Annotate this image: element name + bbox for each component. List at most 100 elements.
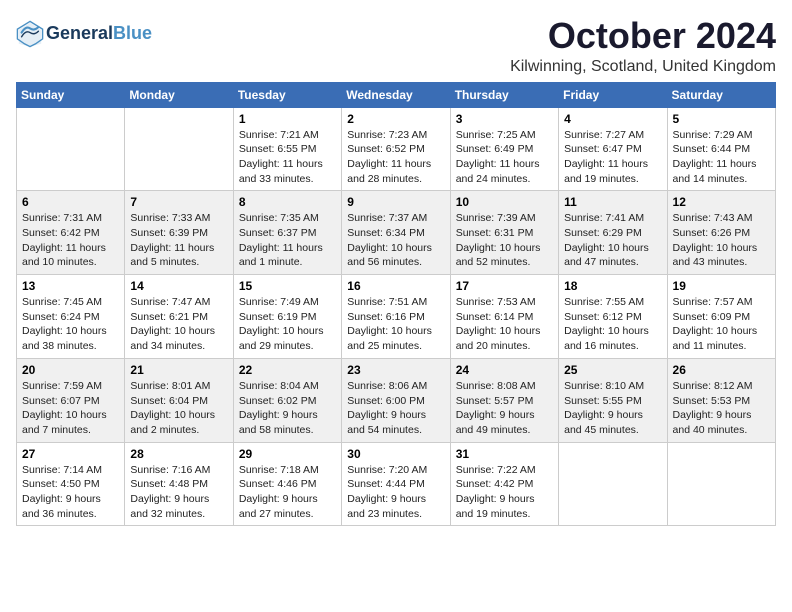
day-number: 22 xyxy=(239,363,336,377)
logo-icon xyxy=(16,20,44,48)
day-info: Sunrise: 7:27 AM Sunset: 6:47 PM Dayligh… xyxy=(564,128,661,187)
day-number: 6 xyxy=(22,195,119,209)
calendar-week-row: 6 Sunrise: 7:31 AM Sunset: 6:42 PM Daylig… xyxy=(17,191,776,275)
day-info: Sunrise: 7:59 AM Sunset: 6:07 PM Dayligh… xyxy=(22,379,119,438)
day-info: Sunrise: 7:23 AM Sunset: 6:52 PM Dayligh… xyxy=(347,128,444,187)
day-number: 3 xyxy=(456,112,553,126)
day-info: Sunrise: 7:51 AM Sunset: 6:16 PM Dayligh… xyxy=(347,295,444,354)
logo: General Blue xyxy=(16,20,152,48)
day-number: 10 xyxy=(456,195,553,209)
calendar-cell: 8 Sunrise: 7:35 AM Sunset: 6:37 PM Daylig… xyxy=(233,191,341,275)
day-number: 9 xyxy=(347,195,444,209)
calendar-cell xyxy=(17,107,125,191)
calendar-cell: 16Sunrise: 7:51 AM Sunset: 6:16 PM Dayli… xyxy=(342,275,450,359)
day-info: Sunrise: 7:47 AM Sunset: 6:21 PM Dayligh… xyxy=(130,295,227,354)
calendar-cell: 5 Sunrise: 7:29 AM Sunset: 6:44 PM Daylig… xyxy=(667,107,775,191)
day-number: 4 xyxy=(564,112,661,126)
page-title: October 2024 xyxy=(510,16,776,56)
day-info: Sunrise: 8:01 AM Sunset: 6:04 PM Dayligh… xyxy=(130,379,227,438)
calendar-cell: 22 Sunrise: 8:04 AM Sunset: 6:02 PM Dayli… xyxy=(233,358,341,442)
weekday-header-saturday: Saturday xyxy=(667,82,775,107)
day-info: Sunrise: 8:06 AM Sunset: 6:00 PM Dayligh… xyxy=(347,379,444,438)
day-number: 30 xyxy=(347,447,444,461)
calendar-cell: 19Sunrise: 7:57 AM Sunset: 6:09 PM Dayli… xyxy=(667,275,775,359)
weekday-header-wednesday: Wednesday xyxy=(342,82,450,107)
day-number: 7 xyxy=(130,195,227,209)
calendar-cell: 18 Sunrise: 7:55 AM Sunset: 6:12 PM Dayli… xyxy=(559,275,667,359)
calendar-cell: 26 Sunrise: 8:12 AM Sunset: 5:53 PM Dayli… xyxy=(667,358,775,442)
day-info: Sunrise: 7:45 AM Sunset: 6:24 PM Dayligh… xyxy=(22,295,119,354)
day-number: 20 xyxy=(22,363,119,377)
day-info: Sunrise: 8:04 AM Sunset: 6:02 PM Dayligh… xyxy=(239,379,336,438)
calendar-cell: 9 Sunrise: 7:37 AM Sunset: 6:34 PM Daylig… xyxy=(342,191,450,275)
calendar-cell: 28Sunrise: 7:16 AM Sunset: 4:48 PM Dayli… xyxy=(125,442,233,526)
day-info: Sunrise: 7:37 AM Sunset: 6:34 PM Dayligh… xyxy=(347,211,444,270)
logo-text-blue: Blue xyxy=(113,24,152,44)
calendar-week-row: 20 Sunrise: 7:59 AM Sunset: 6:07 PM Dayli… xyxy=(17,358,776,442)
day-number: 25 xyxy=(564,363,661,377)
calendar-cell: 13 Sunrise: 7:45 AM Sunset: 6:24 PM Dayli… xyxy=(17,275,125,359)
day-info: Sunrise: 8:10 AM Sunset: 5:55 PM Dayligh… xyxy=(564,379,661,438)
day-info: Sunrise: 8:12 AM Sunset: 5:53 PM Dayligh… xyxy=(673,379,770,438)
calendar-week-row: 13 Sunrise: 7:45 AM Sunset: 6:24 PM Dayli… xyxy=(17,275,776,359)
calendar-cell: 7 Sunrise: 7:33 AM Sunset: 6:39 PM Daylig… xyxy=(125,191,233,275)
calendar-cell: 23 Sunrise: 8:06 AM Sunset: 6:00 PM Dayli… xyxy=(342,358,450,442)
day-number: 13 xyxy=(22,279,119,293)
calendar-cell: 25 Sunrise: 8:10 AM Sunset: 5:55 PM Dayli… xyxy=(559,358,667,442)
calendar-cell: 14 Sunrise: 7:47 AM Sunset: 6:21 PM Dayli… xyxy=(125,275,233,359)
calendar-header-row: SundayMondayTuesdayWednesdayThursdayFrid… xyxy=(17,82,776,107)
calendar-cell: 2 Sunrise: 7:23 AM Sunset: 6:52 PM Daylig… xyxy=(342,107,450,191)
calendar-table: SundayMondayTuesdayWednesdayThursdayFrid… xyxy=(16,82,776,527)
day-number: 17 xyxy=(456,279,553,293)
day-info: Sunrise: 7:35 AM Sunset: 6:37 PM Dayligh… xyxy=(239,211,336,270)
day-number: 26 xyxy=(673,363,770,377)
day-info: Sunrise: 7:39 AM Sunset: 6:31 PM Dayligh… xyxy=(456,211,553,270)
calendar-cell: 6 Sunrise: 7:31 AM Sunset: 6:42 PM Daylig… xyxy=(17,191,125,275)
day-info: Sunrise: 7:43 AM Sunset: 6:26 PM Dayligh… xyxy=(673,211,770,270)
day-number: 19 xyxy=(673,279,770,293)
day-number: 2 xyxy=(347,112,444,126)
calendar-cell: 1Sunrise: 7:21 AM Sunset: 6:55 PM Daylig… xyxy=(233,107,341,191)
day-info: Sunrise: 7:53 AM Sunset: 6:14 PM Dayligh… xyxy=(456,295,553,354)
weekday-header-friday: Friday xyxy=(559,82,667,107)
weekday-header-tuesday: Tuesday xyxy=(233,82,341,107)
day-info: Sunrise: 7:29 AM Sunset: 6:44 PM Dayligh… xyxy=(673,128,770,187)
day-number: 8 xyxy=(239,195,336,209)
calendar-cell xyxy=(667,442,775,526)
day-number: 5 xyxy=(673,112,770,126)
day-info: Sunrise: 7:21 AM Sunset: 6:55 PM Dayligh… xyxy=(239,128,336,187)
day-info: Sunrise: 7:25 AM Sunset: 6:49 PM Dayligh… xyxy=(456,128,553,187)
calendar-cell: 3 Sunrise: 7:25 AM Sunset: 6:49 PM Daylig… xyxy=(450,107,558,191)
calendar-cell: 11Sunrise: 7:41 AM Sunset: 6:29 PM Dayli… xyxy=(559,191,667,275)
day-info: Sunrise: 7:22 AM Sunset: 4:42 PM Dayligh… xyxy=(456,463,553,522)
calendar-cell: 12Sunrise: 7:43 AM Sunset: 6:26 PM Dayli… xyxy=(667,191,775,275)
day-number: 14 xyxy=(130,279,227,293)
calendar-cell: 10 Sunrise: 7:39 AM Sunset: 6:31 PM Dayli… xyxy=(450,191,558,275)
calendar-cell: 17 Sunrise: 7:53 AM Sunset: 6:14 PM Dayli… xyxy=(450,275,558,359)
day-info: Sunrise: 7:49 AM Sunset: 6:19 PM Dayligh… xyxy=(239,295,336,354)
day-number: 18 xyxy=(564,279,661,293)
day-info: Sunrise: 8:08 AM Sunset: 5:57 PM Dayligh… xyxy=(456,379,553,438)
logo-text-general: General xyxy=(46,24,113,44)
day-info: Sunrise: 7:20 AM Sunset: 4:44 PM Dayligh… xyxy=(347,463,444,522)
day-number: 29 xyxy=(239,447,336,461)
calendar-cell: 15 Sunrise: 7:49 AM Sunset: 6:19 PM Dayli… xyxy=(233,275,341,359)
day-info: Sunrise: 7:31 AM Sunset: 6:42 PM Dayligh… xyxy=(22,211,119,270)
day-info: Sunrise: 7:41 AM Sunset: 6:29 PM Dayligh… xyxy=(564,211,661,270)
day-number: 27 xyxy=(22,447,119,461)
day-info: Sunrise: 7:33 AM Sunset: 6:39 PM Dayligh… xyxy=(130,211,227,270)
page-subtitle: Kilwinning, Scotland, United Kingdom xyxy=(510,58,776,76)
calendar-week-row: 27Sunrise: 7:14 AM Sunset: 4:50 PM Dayli… xyxy=(17,442,776,526)
calendar-cell: 29Sunrise: 7:18 AM Sunset: 4:46 PM Dayli… xyxy=(233,442,341,526)
day-info: Sunrise: 7:16 AM Sunset: 4:48 PM Dayligh… xyxy=(130,463,227,522)
header: General Blue October 2024 Kilwinning, Sc… xyxy=(16,16,776,76)
calendar-week-row: 1Sunrise: 7:21 AM Sunset: 6:55 PM Daylig… xyxy=(17,107,776,191)
day-number: 31 xyxy=(456,447,553,461)
calendar-cell: 20 Sunrise: 7:59 AM Sunset: 6:07 PM Dayli… xyxy=(17,358,125,442)
day-info: Sunrise: 7:55 AM Sunset: 6:12 PM Dayligh… xyxy=(564,295,661,354)
day-number: 23 xyxy=(347,363,444,377)
day-number: 15 xyxy=(239,279,336,293)
calendar-cell: 30 Sunrise: 7:20 AM Sunset: 4:44 PM Dayli… xyxy=(342,442,450,526)
day-number: 24 xyxy=(456,363,553,377)
weekday-header-monday: Monday xyxy=(125,82,233,107)
